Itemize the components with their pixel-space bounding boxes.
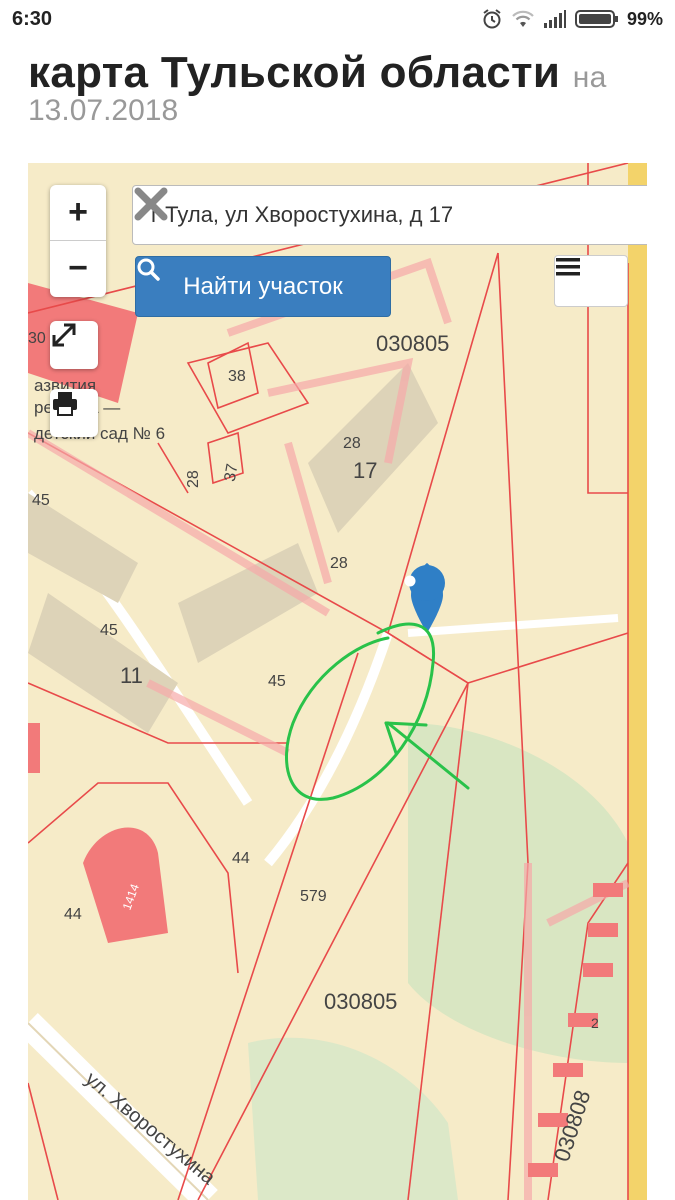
expand-icon <box>52 323 76 347</box>
label-plot-38: 38 <box>228 368 246 385</box>
alarm-icon <box>483 9 501 29</box>
path-3 <box>407 614 619 637</box>
search-icon <box>137 258 160 281</box>
building-17 <box>308 363 438 533</box>
page-title-text: карта Тульской области <box>28 48 561 97</box>
zoom-in-button[interactable]: + <box>50 185 106 241</box>
parcel-small <box>28 723 40 773</box>
search-box <box>132 185 647 245</box>
label-plot-45a: 45 <box>32 492 50 509</box>
cadastral-map[interactable]: 030805 030805 030808 38 28 28 28 37 45 4… <box>28 163 647 1200</box>
parcel-1414 <box>83 827 168 943</box>
park-area-2 <box>248 1037 458 1200</box>
label-plot-28c: 28 <box>330 555 348 572</box>
signal-icon <box>543 10 566 28</box>
fullscreen-button[interactable] <box>50 321 98 369</box>
map-canvas[interactable]: 030805 030805 030808 38 28 28 28 37 45 4… <box>28 163 647 1200</box>
page-title: карта Тульской области на <box>28 48 607 98</box>
battery-icon <box>574 10 618 28</box>
label-quarter-mid: 030805 <box>324 989 397 1014</box>
label-plot-28b: 28 <box>185 470 202 488</box>
main-road <box>628 163 647 1200</box>
address-search-input[interactable] <box>133 186 603 244</box>
page-date: 13.07.2018 <box>28 94 179 127</box>
label-street: ул. Хворостухина <box>81 1068 220 1190</box>
menu-icon <box>556 258 580 276</box>
label-house-17: 17 <box>353 458 377 483</box>
label-plot-579: 579 <box>300 888 327 905</box>
wifi-icon <box>512 10 534 27</box>
zoom-out-button[interactable]: − <box>50 241 106 296</box>
label-plot-28a: 28 <box>343 435 361 452</box>
print-button[interactable] <box>50 389 98 437</box>
status-icons: 99% <box>481 6 663 32</box>
find-parcel-label: Найти участок <box>183 272 343 300</box>
zoom-control: + − <box>50 185 106 297</box>
label-plot-44b: 44 <box>64 906 82 923</box>
label-plot-37: 37 <box>222 462 242 483</box>
building <box>28 493 138 603</box>
status-time: 6:30 <box>12 8 53 30</box>
label-plot-2: 2 <box>591 1015 599 1031</box>
find-parcel-button[interactable]: Найти участок <box>135 256 391 317</box>
menu-button[interactable] <box>554 255 628 307</box>
label-plot-44a: 44 <box>232 850 250 867</box>
label-quarter-top: 030805 <box>376 331 449 356</box>
battery-percent: 99% <box>626 8 663 29</box>
print-icon <box>53 392 77 416</box>
label-house-11: 11 <box>120 663 143 688</box>
status-bar: 6:30 99% <box>0 0 675 38</box>
label-plot-30: 30 <box>28 330 46 347</box>
label-plot-45b: 45 <box>100 622 118 639</box>
label-plot-45c: 45 <box>268 673 286 690</box>
close-icon[interactable] <box>133 186 169 222</box>
page-title-suffix: на <box>572 61 607 94</box>
